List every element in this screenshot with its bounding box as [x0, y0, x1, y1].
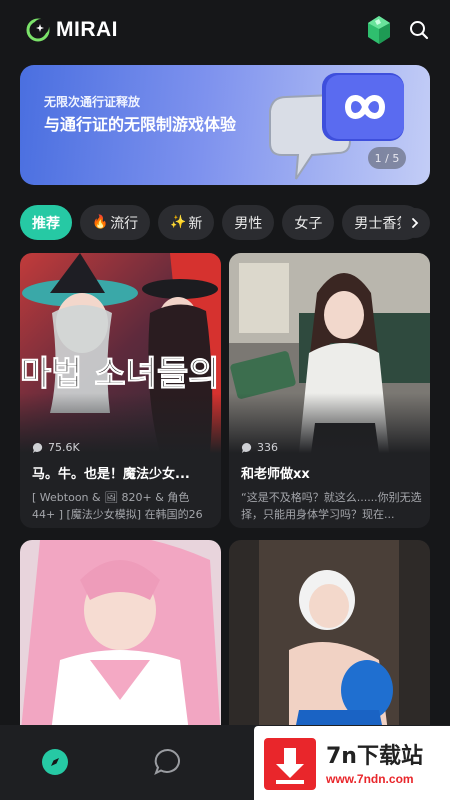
chat-bubble-icon	[241, 442, 252, 453]
card-title: 和老师做xx	[241, 467, 310, 482]
character-card[interactable]	[20, 540, 221, 740]
watermark-url: www.7ndn.com	[326, 772, 414, 786]
character-card[interactable]: 336 和老师做xx “这是不及格吗？就这么......你别无选择，只能用身体学…	[229, 253, 430, 528]
promo-banner[interactable]: 无限次通行证释放 与通行证的无限制游戏体验 1 / 5	[20, 65, 430, 185]
tab-label: 流行	[110, 215, 139, 232]
card-stat-value: 75.6K	[48, 441, 80, 454]
app-logo[interactable]: MIRAI	[26, 18, 118, 42]
tab-popular[interactable]: 🔥 流行	[80, 205, 151, 240]
card-cover-image	[229, 540, 430, 740]
tabs-more-button[interactable]	[400, 208, 430, 238]
tab-label: 推荐	[32, 215, 60, 232]
card-stat: 75.6K	[32, 441, 80, 454]
card-title: 马。牛。也是！魔法少女...	[32, 467, 190, 482]
sparkle-icon: ✨	[170, 215, 187, 230]
card-stat-value: 336	[257, 441, 278, 454]
banner-subtitle: 无限次通行证释放	[44, 95, 141, 109]
chat-bubble-icon	[32, 442, 43, 453]
gem-icon[interactable]	[366, 15, 392, 45]
card-description: [ Webtoon & 🖼 820+ & 角色 44+ ] [魔法少女模拟] 在…	[32, 491, 203, 521]
tab-label: 女子	[294, 215, 323, 232]
tab-label: 男性	[234, 215, 263, 232]
card-cover-image	[229, 253, 430, 453]
watermark-name: 7n下载站	[326, 744, 423, 769]
tab-new[interactable]: ✨ 新	[158, 205, 215, 240]
fire-icon: 🔥	[92, 215, 109, 230]
card-description: “这是不及格吗？就这么......你别无选择，只能用身体学习吗？现在...	[241, 491, 422, 521]
banner-pager: 1 / 5	[368, 147, 406, 169]
card-cover-image	[20, 540, 221, 740]
chat-icon[interactable]	[153, 747, 183, 777]
logo-icon	[26, 18, 50, 42]
character-card[interactable]: 마법 소녀들의 75.6K 马。牛。也是！魔法少女... [ Webtoon &…	[20, 253, 221, 528]
character-card[interactable]	[229, 540, 430, 740]
tab-recommended[interactable]: 推荐	[20, 205, 72, 240]
card-stat: 336	[241, 441, 278, 454]
watermark-ad[interactable]: 7n下载站 www.7ndn.com	[254, 726, 450, 800]
tab-female[interactable]: 女子	[282, 205, 335, 240]
logo-text: MIRAI	[56, 18, 118, 41]
card-art-text: 마법 소녀들의	[20, 354, 220, 394]
search-icon[interactable]	[408, 19, 430, 41]
compass-icon[interactable]	[40, 747, 70, 777]
download-icon	[264, 738, 316, 790]
tab-male[interactable]: 男性	[222, 205, 275, 240]
app-header: MIRAI	[0, 0, 450, 60]
chevron-right-icon	[412, 218, 419, 228]
tab-label: 新	[188, 215, 203, 232]
category-tabs: 推荐 🔥 流行 ✨ 新 男性 女子 男士香氛	[20, 205, 450, 241]
card-cover-image: 마법 소녀들의	[20, 253, 221, 453]
banner-title: 与通行证的无限制游戏体验	[44, 115, 237, 134]
